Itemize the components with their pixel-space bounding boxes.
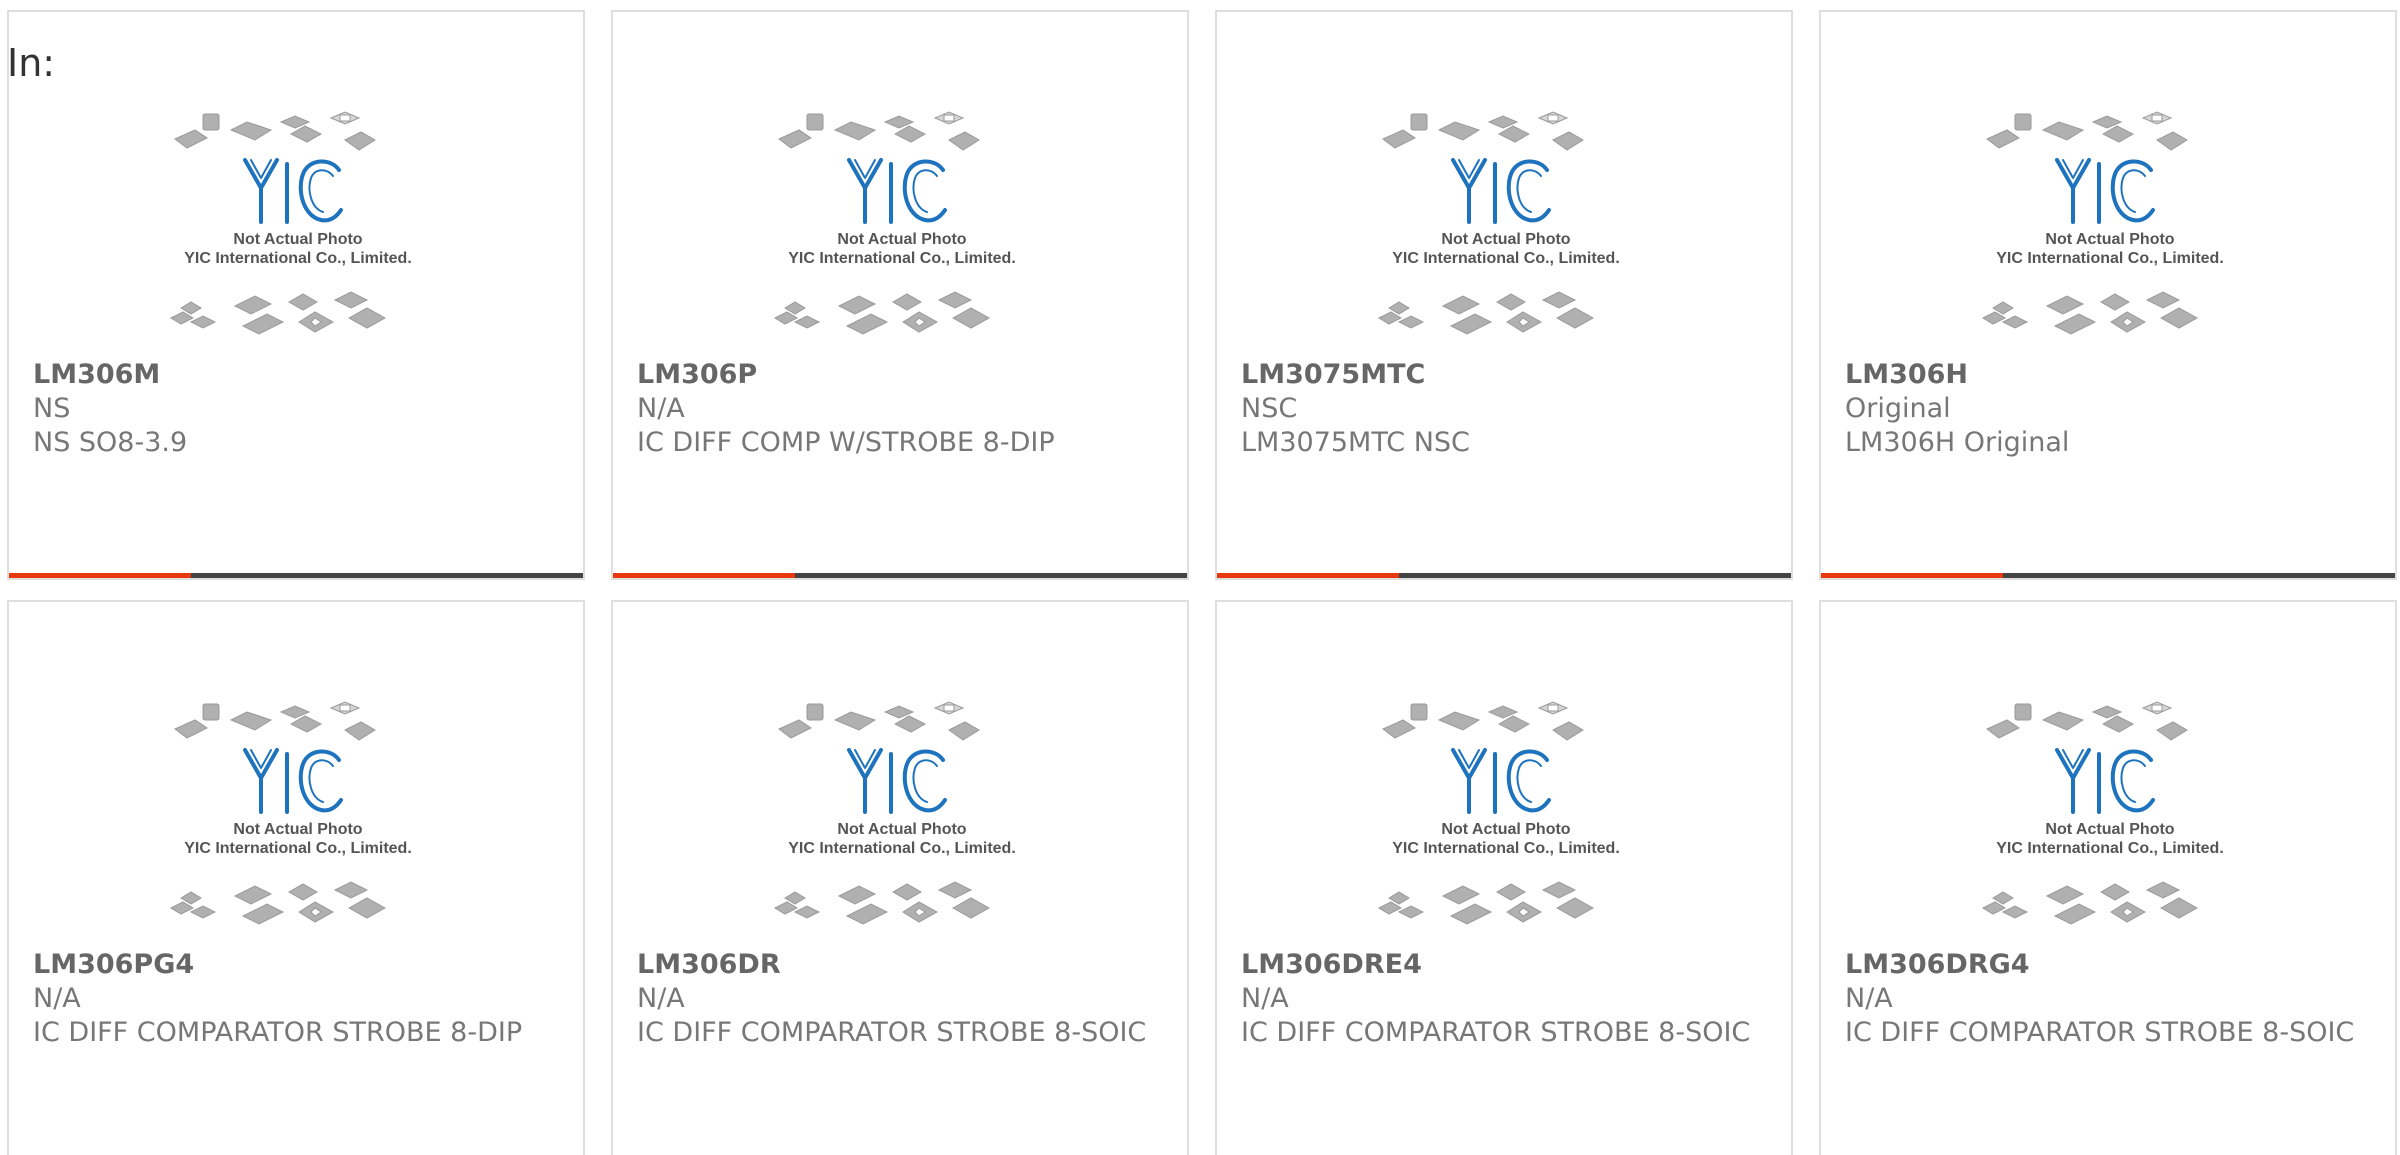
card-footer-bar [613,573,1187,578]
not-actual-photo-text: Not Actual Photo [2045,821,2174,838]
part-number[interactable]: LM306PG4 [33,948,194,982]
product-card-1[interactable]: Not Actual Photo YIC International Co., … [7,10,585,580]
chip-icons-bottom [1377,881,1595,925]
yic-logo-icon [2055,158,2155,224]
part-description: IC DIFF COMPARATOR STROBE 8-SOIC [1241,1017,1751,1048]
company-caption-text: YIC International Co., Limited. [788,840,1016,857]
product-card-7[interactable]: Not Actual Photo YIC International Co., … [1215,600,1793,1155]
page-heading: In: [7,41,56,85]
chip-icons-top [174,701,376,741]
yic-logo-icon [243,748,343,814]
manufacturer-label: N/A [637,983,685,1014]
product-card-3[interactable]: Not Actual Photo YIC International Co., … [1215,10,1793,580]
product-placeholder-image: Not Actual Photo YIC International Co., … [1377,701,1620,925]
chip-icons-bottom [169,291,387,335]
company-caption-text: YIC International Co., Limited. [1392,250,1620,267]
card-footer-bar [1821,573,2395,578]
part-description: IC DIFF COMPARATOR STROBE 8-DIP [33,1017,523,1048]
chip-icons-bottom [1981,881,2199,925]
card-footer-accent [9,573,191,578]
card-footer-accent [1217,573,1399,578]
chip-icons-top [778,111,980,151]
manufacturer-label: N/A [33,983,81,1014]
chip-icons-top [1382,111,1584,151]
part-description: LM306H Original [1845,427,2070,458]
part-number[interactable]: LM306H [1845,358,1968,392]
part-description: LM3075MTC NSC [1241,427,1470,458]
chip-icons-top [1382,701,1584,741]
company-caption-text: YIC International Co., Limited. [1996,840,2224,857]
part-description: IC DIFF COMPARATOR STROBE 8-SOIC [637,1017,1147,1048]
manufacturer-label: N/A [1241,983,1289,1014]
yic-logo-icon [847,748,947,814]
part-description: IC DIFF COMPARATOR STROBE 8-SOIC [1845,1017,2355,1048]
part-number[interactable]: LM306DRE4 [1241,948,1422,982]
yic-logo-icon [1451,158,1551,224]
product-card-6[interactable]: Not Actual Photo YIC International Co., … [611,600,1189,1155]
company-caption-text: YIC International Co., Limited. [184,840,412,857]
company-caption-text: YIC International Co., Limited. [184,250,412,267]
part-number[interactable]: LM3075MTC [1241,358,1425,392]
product-placeholder-image: Not Actual Photo YIC International Co., … [169,701,412,925]
card-footer-bar [1217,573,1791,578]
card-footer-accent [613,573,795,578]
not-actual-photo-text: Not Actual Photo [1441,231,1570,248]
product-grid-page: In: Not Actual Photo YIC International C… [0,0,2400,1155]
product-placeholder-image: Not Actual Photo YIC International Co., … [1981,701,2224,925]
chip-icons-top [778,701,980,741]
manufacturer-label: N/A [1845,983,1893,1014]
card-footer-bar [9,573,583,578]
chip-icons-top [1986,111,2188,151]
product-placeholder-image: Not Actual Photo YIC International Co., … [773,111,1016,335]
product-card-5[interactable]: Not Actual Photo YIC International Co., … [7,600,585,1155]
manufacturer-label: NS [33,393,71,424]
not-actual-photo-text: Not Actual Photo [837,821,966,838]
product-card-4[interactable]: Not Actual Photo YIC International Co., … [1819,10,2397,580]
not-actual-photo-text: Not Actual Photo [1441,821,1570,838]
product-placeholder-image: Not Actual Photo YIC International Co., … [1981,111,2224,335]
chip-icons-bottom [1981,291,2199,335]
manufacturer-label: NSC [1241,393,1298,424]
yic-logo-icon [847,158,947,224]
yic-logo-icon [1451,748,1551,814]
not-actual-photo-text: Not Actual Photo [233,821,362,838]
company-caption-text: YIC International Co., Limited. [1996,250,2224,267]
chip-icons-top [174,111,376,151]
part-number[interactable]: LM306M [33,358,160,392]
card-footer-accent [1821,573,2003,578]
not-actual-photo-text: Not Actual Photo [837,231,966,248]
chip-icons-top [1986,701,2188,741]
part-number[interactable]: LM306DR [637,948,781,982]
product-card-2[interactable]: Not Actual Photo YIC International Co., … [611,10,1189,580]
chip-icons-bottom [169,881,387,925]
chip-icons-bottom [773,291,991,335]
not-actual-photo-text: Not Actual Photo [233,231,362,248]
chip-icons-bottom [1377,291,1595,335]
chip-icons-bottom [773,881,991,925]
product-placeholder-image: Not Actual Photo YIC International Co., … [169,111,412,335]
product-placeholder-image: Not Actual Photo YIC International Co., … [1377,111,1620,335]
yic-logo-icon [243,158,343,224]
part-description: NS SO8-3.9 [33,427,188,458]
not-actual-photo-text: Not Actual Photo [2045,231,2174,248]
company-caption-text: YIC International Co., Limited. [788,250,1016,267]
part-number[interactable]: LM306P [637,358,757,392]
product-card-8[interactable]: Not Actual Photo YIC International Co., … [1819,600,2397,1155]
manufacturer-label: N/A [637,393,685,424]
part-description: IC DIFF COMP W/STROBE 8-DIP [637,427,1055,458]
manufacturer-label: Original [1845,393,1951,424]
product-placeholder-image: Not Actual Photo YIC International Co., … [773,701,1016,925]
yic-logo-icon [2055,748,2155,814]
company-caption-text: YIC International Co., Limited. [1392,840,1620,857]
part-number[interactable]: LM306DRG4 [1845,948,2030,982]
